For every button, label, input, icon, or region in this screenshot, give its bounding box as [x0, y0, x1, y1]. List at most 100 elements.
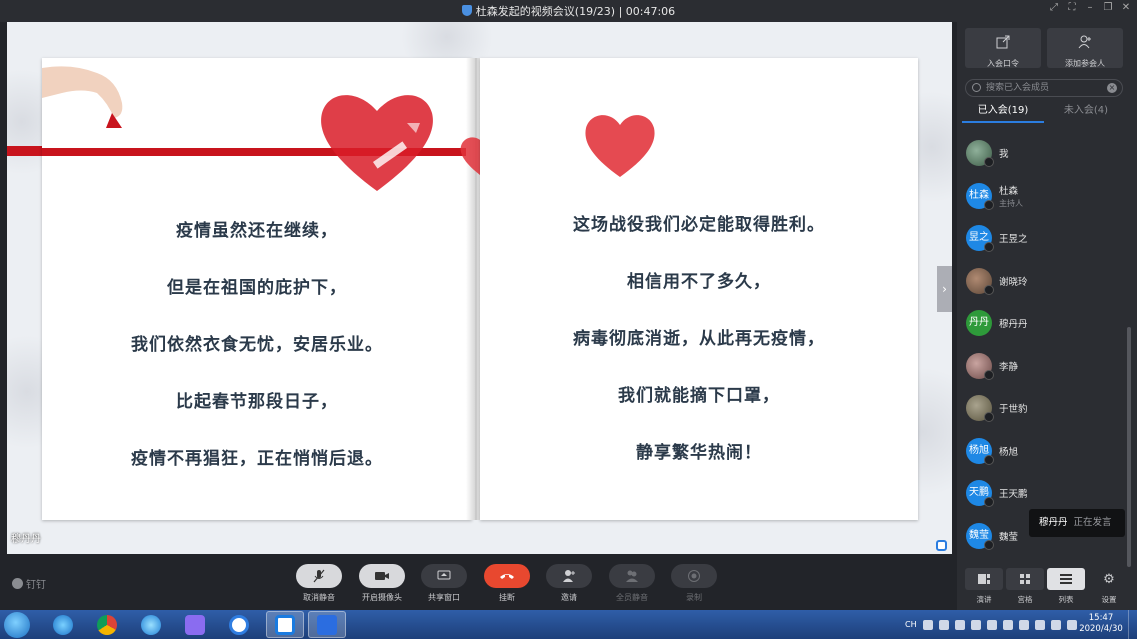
member-item[interactable]: 我: [957, 132, 1127, 175]
speaking-status: 正在发言: [1073, 517, 1112, 528]
share-link-icon: [996, 35, 1010, 49]
shield-icon[interactable]: [986, 619, 997, 630]
volume-icon[interactable]: [1050, 619, 1061, 630]
tray-app-icon[interactable]: [938, 619, 949, 630]
clear-icon[interactable]: ×: [1107, 83, 1117, 93]
window-title-wrap: 杜森发起的视频会议(19/23) | 00:47:06: [0, 3, 1137, 19]
mic-muted-icon: [984, 497, 994, 507]
taskbar-app-purple[interactable]: [176, 611, 214, 638]
camera-off-icon: [375, 572, 389, 580]
member-name: 魏莹: [999, 531, 1019, 543]
tab-joined[interactable]: 已入会(19): [962, 103, 1044, 123]
slide-page-left: 疫情虽然还在继续， 但是在祖国的庇护下， 我们依然衣食无忧，安居乐业。 比起春节…: [42, 58, 472, 520]
view-speech-label: 演讲: [976, 595, 992, 604]
phone-hangup-icon: [500, 574, 514, 579]
camera-button[interactable]: 开启摄像头: [359, 564, 405, 603]
member-name: 王天鹏: [999, 489, 1028, 500]
mute-all-label: 全员静音: [616, 593, 648, 602]
member-item[interactable]: 昱之 王昱之: [957, 217, 1127, 260]
invite-button[interactable]: 邀请: [546, 564, 592, 603]
taskbar-ie[interactable]: [44, 611, 82, 638]
shield-icon: [461, 5, 472, 16]
record-button[interactable]: 录制: [671, 564, 717, 603]
view-grid-label: 宫格: [1017, 595, 1033, 604]
camera-label: 开启摄像头: [362, 593, 402, 602]
network-icon[interactable]: [1034, 619, 1045, 630]
member-name: 谢晓玲: [999, 276, 1028, 288]
show-desktop-button[interactable]: [1128, 610, 1137, 639]
edge-icon: [141, 614, 161, 635]
restore-icon[interactable]: ❐: [1103, 3, 1113, 13]
list-view-icon: [1060, 574, 1072, 584]
unmute-label: 取消静音: [303, 593, 335, 602]
avatar: 丹丹: [966, 310, 992, 336]
taskbar-wps[interactable]: [308, 611, 346, 638]
view-grid-button[interactable]: [1006, 568, 1044, 590]
hangup-button[interactable]: 挂断: [484, 564, 530, 603]
poem-line: 疫情不再猖狂，正在悄悄后退。: [131, 449, 383, 469]
minimize-icon[interactable]: –: [1085, 3, 1095, 13]
keyboard-icon[interactable]: [922, 619, 933, 630]
mute-all-icon: [626, 570, 638, 582]
poem-line: 静享繁华热闹！: [636, 443, 762, 463]
taskbar-edge[interactable]: [132, 611, 170, 638]
input-language[interactable]: CH: [905, 620, 917, 629]
add-participant-button[interactable]: 添加参会人: [1047, 28, 1123, 68]
view-list-button[interactable]: [1047, 568, 1085, 590]
member-item[interactable]: 谢晓玲: [957, 260, 1127, 303]
taskbar-dingtalk[interactable]: [266, 611, 304, 638]
add-person-icon: [1078, 35, 1091, 49]
close-icon[interactable]: ✕: [1121, 3, 1131, 13]
poem-line: 比起春节那段日子，: [176, 392, 338, 412]
member-item[interactable]: 于世豹: [957, 387, 1127, 430]
share-screen-icon: [437, 570, 451, 580]
wps-icon: [317, 614, 337, 635]
member-name: 杨旭: [999, 446, 1019, 458]
gear-icon[interactable]: ⚙: [1101, 572, 1117, 588]
add-participant-label: 添加参会人: [1065, 59, 1105, 68]
poem-line: 我们依然衣食无忧，安居乐业。: [131, 335, 383, 355]
view-speech-button[interactable]: [965, 568, 1003, 590]
poem-line: 我们就能摘下口罩，: [618, 386, 780, 406]
screen-share-icon[interactable]: [936, 540, 947, 551]
mic-muted-icon: [984, 539, 994, 550]
view-switcher: 演讲 宫格 列表 ⚙ 设置: [957, 568, 1137, 610]
chrome-icon: [97, 614, 117, 635]
member-item[interactable]: 丹丹 穆丹丹: [957, 302, 1127, 345]
window-controls: ⤢ ⛶ – ❐ ✕: [1049, 3, 1131, 13]
fullscreen-icon[interactable]: ⛶: [1067, 3, 1077, 13]
next-page-arrow-icon[interactable]: ›: [937, 266, 952, 312]
action-center-icon[interactable]: [1066, 619, 1077, 630]
share-window-button[interactable]: 共享窗口: [421, 564, 467, 603]
tray-app-icon[interactable]: [1018, 619, 1029, 630]
tray-app-icon[interactable]: [954, 619, 965, 630]
member-item[interactable]: 李静: [957, 345, 1127, 388]
expand-icon[interactable]: ⤢: [1049, 3, 1059, 13]
mute-all-button[interactable]: 全员静音: [609, 564, 655, 603]
heart-icon: [585, 115, 655, 177]
mic-muted-icon: [984, 369, 994, 380]
member-role: 主持人: [999, 198, 1023, 208]
slide-book: 疫情虽然还在继续， 但是在祖国的庇护下， 我们依然衣食无忧，安居乐业。 比起春节…: [7, 58, 918, 520]
member-list-scrollbar[interactable]: [1127, 327, 1131, 567]
system-clock[interactable]: 15:47 2020/4/30: [1078, 613, 1124, 635]
title-bar: 杜森发起的视频会议(19/23) | 00:47:06 ⤢ ⛶ – ❐ ✕: [0, 0, 1137, 22]
qq-icon[interactable]: [1002, 619, 1013, 630]
tray-app-icon[interactable]: [970, 619, 981, 630]
poem-line: 但是在祖国的庇护下，: [167, 278, 347, 298]
unmute-button[interactable]: 取消静音: [296, 564, 342, 603]
member-item[interactable]: 杜森 杜森 主持人: [957, 175, 1127, 218]
start-button-icon[interactable]: [4, 612, 30, 638]
tab-not-joined[interactable]: 未入会(4): [1045, 103, 1127, 123]
taskbar-app-baidu[interactable]: [220, 611, 258, 638]
member-item[interactable]: 杨旭 杨旭: [957, 430, 1127, 473]
member-search-input[interactable]: 搜索已入会成员 ×: [965, 79, 1123, 97]
meeting-code-button[interactable]: 入会口令: [965, 28, 1041, 68]
heart-cluster-illustration: [321, 95, 433, 191]
member-name: 李静: [999, 361, 1019, 373]
mic-muted-icon: [984, 242, 994, 252]
meeting-window: 杜森发起的视频会议(19/23) | 00:47:06 ⤢ ⛶ – ❐ ✕ 疫情…: [0, 0, 1137, 639]
clock-time: 15:47: [1088, 613, 1114, 623]
dingtalk-logo: 钉钉: [12, 576, 46, 591]
taskbar-chrome[interactable]: [88, 611, 126, 638]
